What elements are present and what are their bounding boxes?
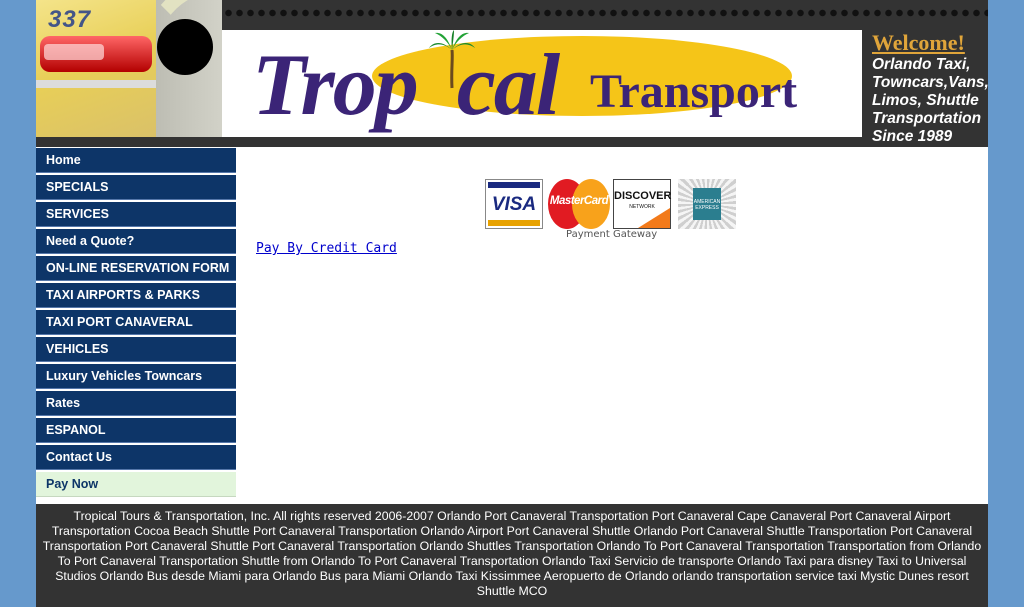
nav-item-home[interactable]: Home [36,148,236,173]
credit-card-logos: VISA MasterCard DISCOVER NETWORK AMERICA… [485,179,745,231]
nav-item-espanol[interactable]: ESPANOL [36,418,236,443]
nav-item-contact-us[interactable]: Contact Us [36,445,236,470]
footer-text: Tropical Tours & Transportation, Inc. Al… [42,509,982,598]
black-circle-decoration [157,19,213,75]
welcome-heading: Welcome! [872,30,965,55]
visa-card-icon: VISA [485,179,543,229]
logo-text-transport: Transport [590,65,798,118]
mastercard-icon: MasterCard [548,179,610,229]
taxi-photo: 337 [36,0,222,137]
main-content: VISA MasterCard DISCOVER NETWORK AMERICA… [236,148,988,504]
nav-item-services[interactable]: SERVICES [36,202,236,227]
pay-by-credit-card-link[interactable]: Pay By Credit Card [256,241,397,256]
sidebar-nav: Home SPECIALS SERVICES Need a Quote? ON-… [36,148,236,499]
nav-item-taxi-port-canaveral[interactable]: TAXI PORT CANAVERAL [36,310,236,335]
nav-item-vehicles[interactable]: VEHICLES [36,337,236,362]
nav-item-reservation-form[interactable]: ON-LINE RESERVATION FORM [36,256,236,281]
dotted-border [223,8,988,18]
nav-item-specials[interactable]: SPECIALS [36,175,236,200]
payment-gateway-label: Payment Gateway [566,229,658,240]
nav-item-quote[interactable]: Need a Quote? [36,229,236,254]
tropical-transport-logo[interactable]: Trop cal Transport [222,30,862,137]
site-header: 337 Trop cal Transport Welcome! Orlando … [36,0,989,147]
site-footer: Tropical Tours & Transportation, Inc. Al… [36,504,988,607]
tagline: Orlando Taxi, Towncars,Vans, Limos, Shut… [872,56,989,145]
nav-item-rates[interactable]: Rates [36,391,236,416]
logo-text-tropical: Trop cal [252,37,560,134]
taxi-number: 337 [48,6,92,33]
nav-item-pay-now[interactable]: Pay Now [36,472,236,497]
american-express-icon: AMERICAN EXPRESS [678,179,736,229]
discover-card-icon: DISCOVER NETWORK [613,179,671,229]
page-frame: 337 Trop cal Transport Welcome! Orlando … [36,0,989,607]
nav-item-luxury-vehicles[interactable]: Luxury Vehicles Towncars [36,364,236,389]
nav-item-taxi-airports-parks[interactable]: TAXI AIRPORTS & PARKS [36,283,236,308]
